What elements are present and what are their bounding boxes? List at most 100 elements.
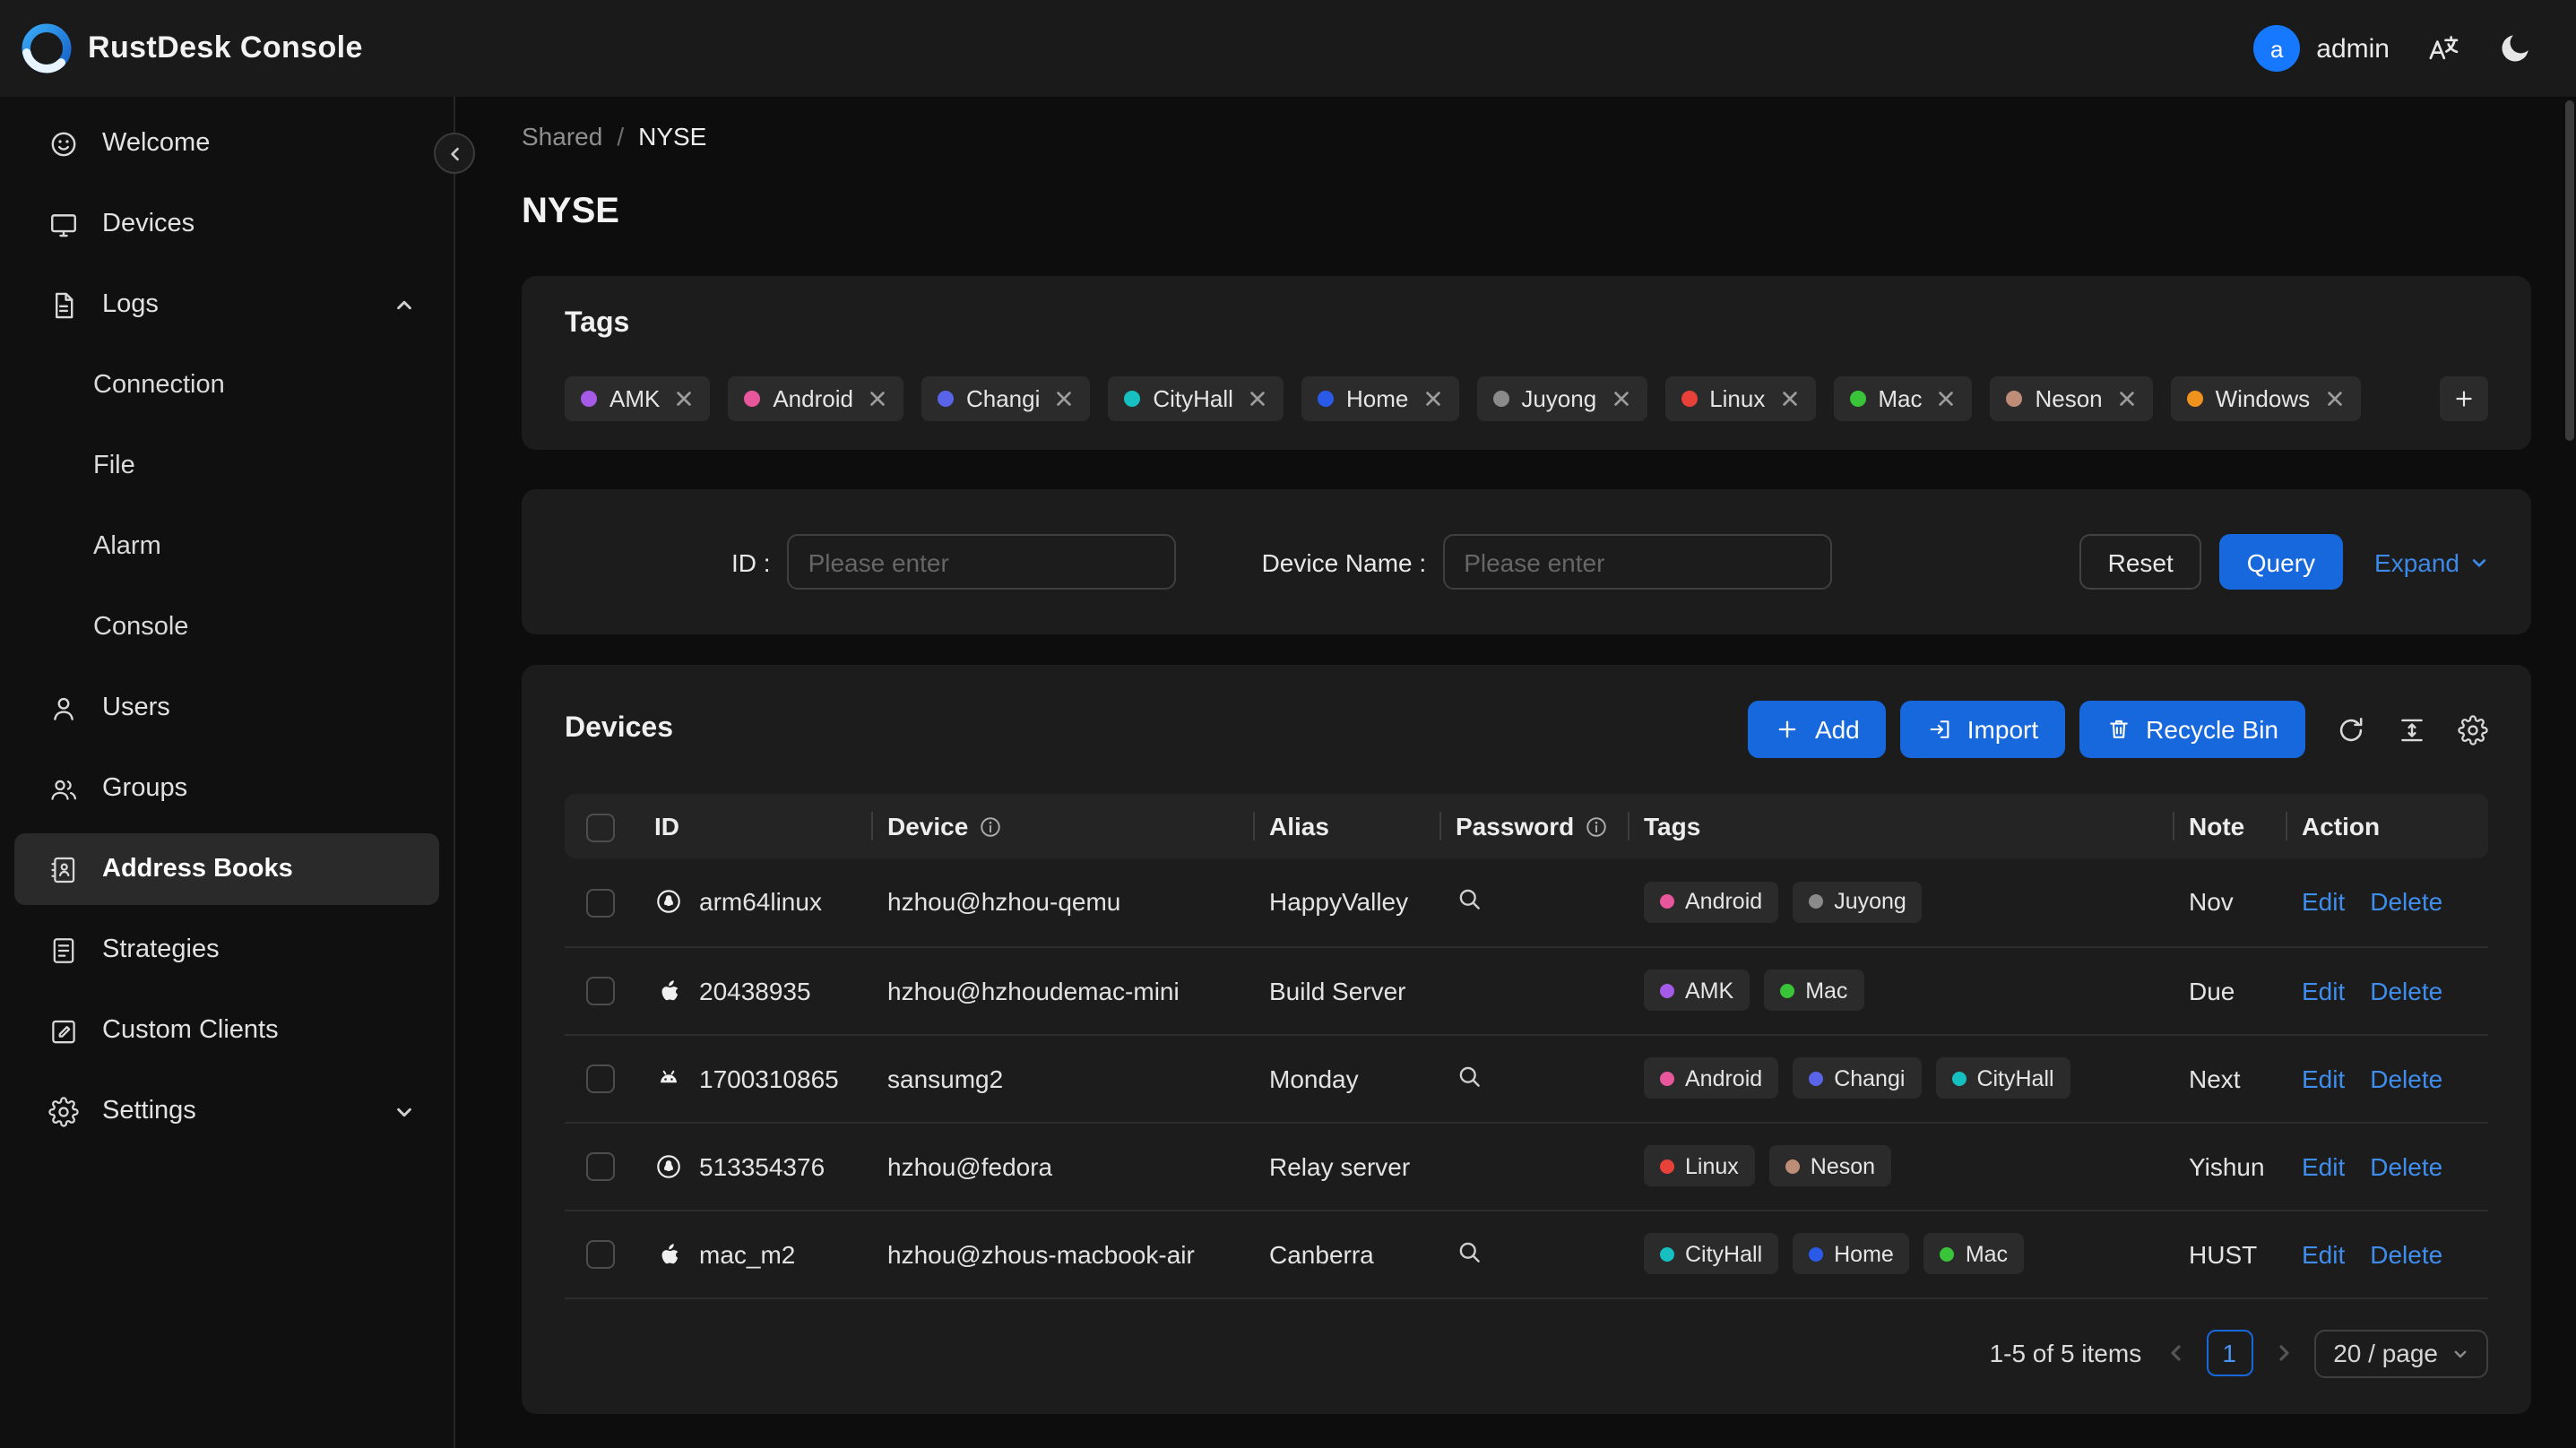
remove-tag-icon[interactable] (1936, 389, 1956, 409)
sidebar-item-label: Custom Clients (102, 1016, 279, 1045)
query-button[interactable]: Query (2219, 534, 2343, 590)
sidebar-subitem-label: File (93, 452, 135, 480)
breadcrumb-shared[interactable]: Shared (522, 122, 602, 151)
row-checkbox[interactable] (586, 977, 615, 1006)
sidebar-item-welcome[interactable]: Welcome (14, 108, 439, 179)
dark-mode-icon[interactable] (2497, 30, 2533, 66)
remove-tag-icon[interactable] (868, 389, 887, 409)
sidebar-item-settings[interactable]: Settings (14, 1075, 439, 1147)
refresh-icon[interactable] (2336, 714, 2366, 745)
plus-icon (2452, 387, 2476, 410)
remove-tag-icon[interactable] (2117, 389, 2137, 409)
remove-tag-icon[interactable] (1422, 389, 1442, 409)
sidebar-subitem-console[interactable]: Console (14, 591, 439, 663)
filter-card: ID : Device Name : Reset Query Expand (522, 489, 2531, 634)
scrollbar[interactable] (2565, 100, 2574, 441)
delete-link[interactable]: Delete (2370, 1151, 2442, 1180)
delete-link[interactable]: Delete (2370, 888, 2442, 917)
edit-link[interactable]: Edit (2302, 888, 2345, 917)
device-name-filter-input[interactable] (1442, 534, 1832, 590)
sidebar-item-groups[interactable]: Groups (14, 753, 439, 824)
import-button[interactable]: Import (1900, 701, 2066, 758)
sidebar-subitem-label: Alarm (93, 532, 161, 561)
delete-link[interactable]: Delete (2370, 1239, 2442, 1268)
sidebar-collapse-button[interactable] (434, 133, 475, 174)
add-tag-button[interactable] (2440, 376, 2488, 421)
page-size-select[interactable]: 20 / page (2313, 1329, 2488, 1377)
sidebar-subitem-alarm[interactable]: Alarm (14, 511, 439, 582)
row-checkbox[interactable] (586, 1064, 615, 1094)
trash-icon (2106, 717, 2131, 742)
remove-tag-icon[interactable] (1248, 389, 1267, 409)
device-alias: Relay server (1255, 1122, 1441, 1211)
remove-tag-icon[interactable] (674, 389, 694, 409)
tag-color-dot (1681, 391, 1698, 407)
density-icon[interactable] (2397, 714, 2427, 745)
select-all-checkbox[interactable] (586, 813, 615, 842)
sidebar-item-logs[interactable]: Logs (14, 269, 439, 340)
table-settings-icon[interactable] (2458, 714, 2488, 745)
edit-link[interactable]: Edit (2302, 1064, 2345, 1092)
row-checkbox[interactable] (586, 1240, 615, 1270)
view-password-icon[interactable] (1456, 1237, 1482, 1264)
row-checkbox[interactable] (586, 1152, 615, 1182)
tag-label: Mac (1805, 978, 1848, 1003)
chevron-down-icon (394, 1101, 414, 1121)
page-number[interactable]: 1 (2206, 1330, 2253, 1376)
device-row-513354376: 513354376 hzhou@fedora Relay server Linux Ne… (565, 1122, 2488, 1211)
delete-link[interactable]: Delete (2370, 1064, 2442, 1092)
sidebar-item-strategies[interactable]: Strategies (14, 914, 439, 986)
remove-tag-icon[interactable] (1054, 389, 1074, 409)
user-menu[interactable]: a admin (2253, 25, 2390, 72)
select-all-header (565, 794, 640, 858)
edit-link[interactable]: Edit (2302, 976, 2345, 1004)
tags-row: AMK Android Changi CityHall Home Juyong Linux M… (565, 376, 2488, 421)
rustdesk-logo-icon (22, 23, 72, 73)
pagination: 1-5 of 5 items 1 20 / page (565, 1329, 2488, 1377)
prev-page-icon[interactable] (2165, 1342, 2186, 1364)
remove-tag-icon[interactable] (1779, 389, 1799, 409)
tag-chip-linux: Linux (1664, 376, 1816, 421)
tag-chip-changi: Changi (921, 376, 1091, 421)
device-tag-juyong: Juyong (1793, 881, 1923, 923)
language-icon[interactable] (2425, 30, 2461, 66)
apple-icon (654, 976, 683, 1004)
tag-color-dot (1492, 391, 1509, 407)
device-note: Yishun (2174, 1122, 2287, 1211)
edit-link[interactable]: Edit (2302, 1151, 2345, 1180)
breadcrumb: Shared / NYSE (522, 118, 2531, 154)
tag-label: Changi (1834, 1065, 1906, 1090)
tag-color-dot (1660, 1159, 1674, 1173)
next-page-icon[interactable] (2272, 1342, 2294, 1364)
sidebar-item-custom-clients[interactable]: Custom Clients (14, 995, 439, 1066)
tag-color-dot (1660, 1071, 1674, 1085)
row-checkbox[interactable] (586, 888, 615, 918)
device-tags: Linux Neson (1644, 1145, 2160, 1186)
device-tag-android: Android (1644, 1057, 1779, 1099)
column-header-password: Password (1441, 794, 1629, 858)
edit-link[interactable]: Edit (2302, 1239, 2345, 1268)
user-icon (48, 693, 79, 723)
view-password-icon[interactable] (1456, 1062, 1482, 1089)
reset-button[interactable]: Reset (2079, 534, 2202, 590)
sidebar-subitem-file[interactable]: File (14, 430, 439, 502)
tag-chip-neson: Neson (1990, 376, 2153, 421)
id-filter-input[interactable] (786, 534, 1176, 590)
remove-tag-icon[interactable] (1611, 389, 1630, 409)
add-device-button[interactable]: Add (1748, 701, 1887, 758)
tag-label: Home (1345, 385, 1409, 412)
expand-link[interactable]: Expand (2374, 547, 2488, 576)
remove-tag-icon[interactable] (2324, 389, 2344, 409)
sidebar-item-address-books[interactable]: Address Books (14, 833, 439, 905)
delete-link[interactable]: Delete (2370, 976, 2442, 1004)
tag-color-dot (2006, 391, 2023, 407)
column-header-note: Note (2174, 794, 2287, 858)
sidebar-item-users[interactable]: Users (14, 672, 439, 744)
import-icon (1928, 717, 1953, 742)
tag-label: AMK (1685, 978, 1734, 1003)
recycle-bin-button[interactable]: Recycle Bin (2079, 701, 2305, 758)
sidebar-item-devices[interactable]: Devices (14, 188, 439, 260)
view-password-icon[interactable] (1456, 886, 1482, 913)
sidebar-subitem-connection[interactable]: Connection (14, 349, 439, 421)
linux-icon (654, 1151, 683, 1180)
